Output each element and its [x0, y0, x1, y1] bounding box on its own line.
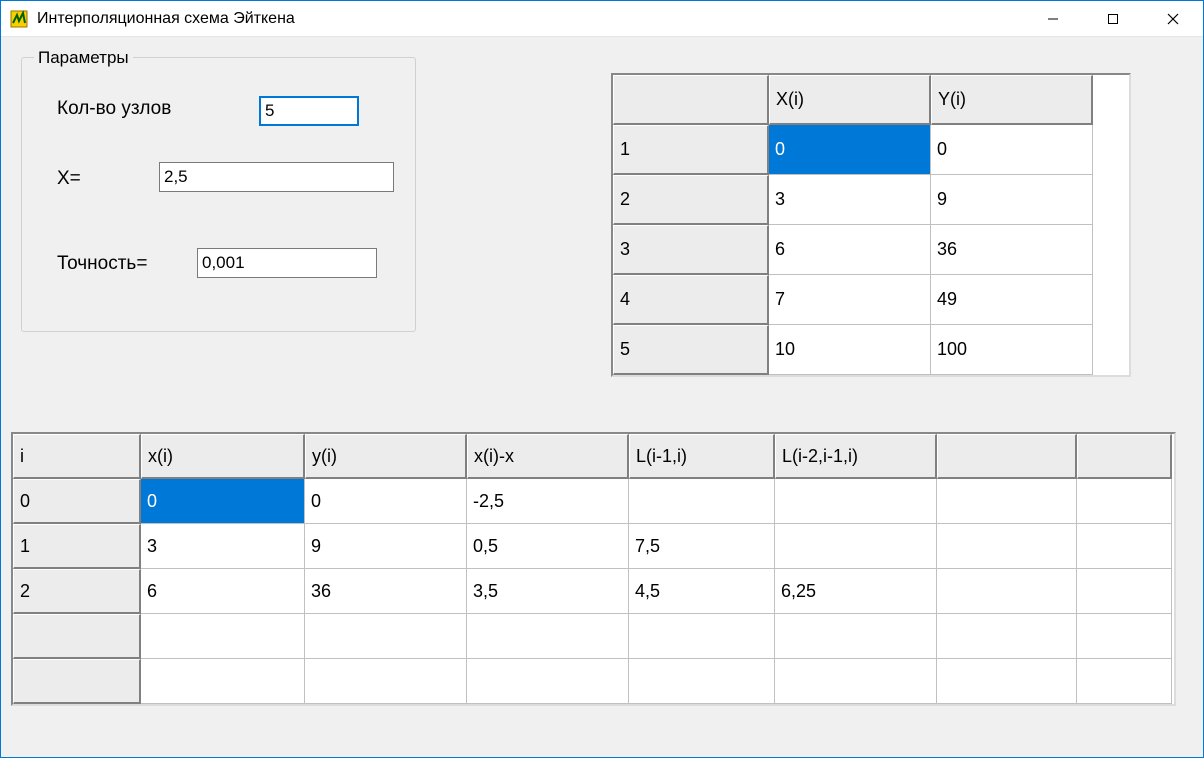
calc-grid-cell[interactable]: 0,5 [467, 524, 629, 569]
calc-grid-cell[interactable] [1077, 659, 1172, 704]
calc-grid-cell[interactable] [467, 614, 629, 659]
minimize-button[interactable] [1023, 1, 1083, 37]
calc-grid-header: L(i-1,i) [629, 434, 775, 479]
x-label: X= [57, 168, 81, 190]
maximize-button[interactable] [1083, 1, 1143, 37]
nodes-grid-cell[interactable]: 36 [931, 225, 1093, 275]
nodes-grid-rowhead: 5 [613, 325, 769, 375]
calc-grid-cell[interactable] [629, 659, 775, 704]
calc-grid[interactable]: i x(i) y(i) x(i)-x L(i-1,i) L(i-2,i-1,i)… [11, 432, 1176, 706]
precision-label: Точность= [57, 253, 147, 275]
calc-grid-cell[interactable] [937, 524, 1077, 569]
window-controls [1023, 1, 1203, 36]
nodes-grid-cell[interactable]: 0 [769, 125, 931, 175]
nodes-grid-cell[interactable]: 6 [769, 225, 931, 275]
nodes-grid-rowhead: 2 [613, 175, 769, 225]
calc-grid-cell[interactable] [629, 479, 775, 524]
params-groupbox: Параметры Кол-во узлов X= Точность= [21, 57, 416, 332]
calc-grid-rowhead: 0 [13, 479, 141, 524]
calc-grid-cell[interactable] [937, 569, 1077, 614]
params-title: Параметры [34, 48, 133, 68]
calc-grid-cell[interactable] [937, 659, 1077, 704]
x-input[interactable] [159, 162, 394, 192]
nodes-grid-rowhead: 1 [613, 125, 769, 175]
window-title: Интерполяционная схема Эйткена [37, 10, 1023, 28]
calc-grid-cell[interactable]: 0 [305, 479, 467, 524]
nodes-grid-cell[interactable]: 7 [769, 275, 931, 325]
nodes-grid-cell[interactable]: 9 [931, 175, 1093, 225]
calc-grid-cell[interactable]: 6,25 [775, 569, 937, 614]
calc-grid-cell[interactable] [1077, 524, 1172, 569]
calc-grid-cell[interactable] [305, 659, 467, 704]
titlebar: Интерполяционная схема Эйткена [1, 1, 1203, 37]
precision-input[interactable] [197, 248, 377, 278]
calc-grid-cell[interactable] [775, 659, 937, 704]
nodes-input[interactable] [259, 96, 359, 126]
nodes-grid-cell[interactable]: 49 [931, 275, 1093, 325]
calc-grid-rowhead: 2 [13, 569, 141, 614]
calc-grid-header: L(i-2,i-1,i) [775, 434, 937, 479]
calc-grid-cell[interactable]: -2,5 [467, 479, 629, 524]
client-area: Параметры Кол-во узлов X= Точность= X(i)… [1, 37, 1203, 757]
calc-grid-cell[interactable]: 4,5 [629, 569, 775, 614]
calc-grid-cell[interactable] [937, 479, 1077, 524]
calc-grid-header: y(i) [305, 434, 467, 479]
calc-grid-header: i [13, 434, 141, 479]
calc-grid-cell[interactable] [1077, 614, 1172, 659]
calc-grid-cell[interactable]: 9 [305, 524, 467, 569]
nodes-grid-rowhead: 4 [613, 275, 769, 325]
calc-grid-cell[interactable]: 7,5 [629, 524, 775, 569]
calc-grid-cell[interactable] [141, 659, 305, 704]
calc-grid-cell[interactable] [629, 614, 775, 659]
close-button[interactable] [1143, 1, 1203, 37]
calc-grid-header: x(i) [141, 434, 305, 479]
calc-grid-cell[interactable]: 6 [141, 569, 305, 614]
nodes-grid[interactable]: X(i) Y(i) 1 0 0 2 3 9 3 6 36 4 7 49 [611, 73, 1131, 377]
calc-grid-cell[interactable] [1077, 569, 1172, 614]
calc-grid-cell[interactable]: 3 [141, 524, 305, 569]
nodes-grid-cell[interactable]: 10 [769, 325, 931, 375]
calc-grid-cell[interactable] [775, 524, 937, 569]
calc-grid-cell[interactable] [141, 614, 305, 659]
calc-grid-cell[interactable]: 3,5 [467, 569, 629, 614]
calc-grid-header: x(i)-x [467, 434, 629, 479]
nodes-label: Кол-во узлов [57, 98, 171, 120]
calc-grid-cell[interactable] [775, 479, 937, 524]
calc-grid-cell[interactable] [467, 659, 629, 704]
calc-grid-header [1077, 434, 1172, 479]
nodes-grid-header: Y(i) [931, 75, 1093, 125]
calc-grid-header [937, 434, 1077, 479]
nodes-grid-cell[interactable]: 100 [931, 325, 1093, 375]
nodes-grid-header: X(i) [769, 75, 931, 125]
calc-grid-cell[interactable] [775, 614, 937, 659]
calc-grid-cell[interactable]: 0 [141, 479, 305, 524]
nodes-grid-cell[interactable]: 0 [931, 125, 1093, 175]
calc-grid-cell[interactable] [937, 614, 1077, 659]
calc-grid-rowhead: 1 [13, 524, 141, 569]
app-icon [7, 7, 31, 31]
calc-grid-cell[interactable] [305, 614, 467, 659]
nodes-grid-cell[interactable]: 3 [769, 175, 931, 225]
calc-grid-cell[interactable] [1077, 479, 1172, 524]
calc-grid-rowhead [13, 659, 141, 704]
nodes-grid-rowhead: 3 [613, 225, 769, 275]
app-window: Интерполяционная схема Эйткена Параметры… [0, 0, 1204, 758]
nodes-grid-header [613, 75, 769, 125]
calc-grid-rowhead [13, 614, 141, 659]
calc-grid-cell[interactable]: 36 [305, 569, 467, 614]
